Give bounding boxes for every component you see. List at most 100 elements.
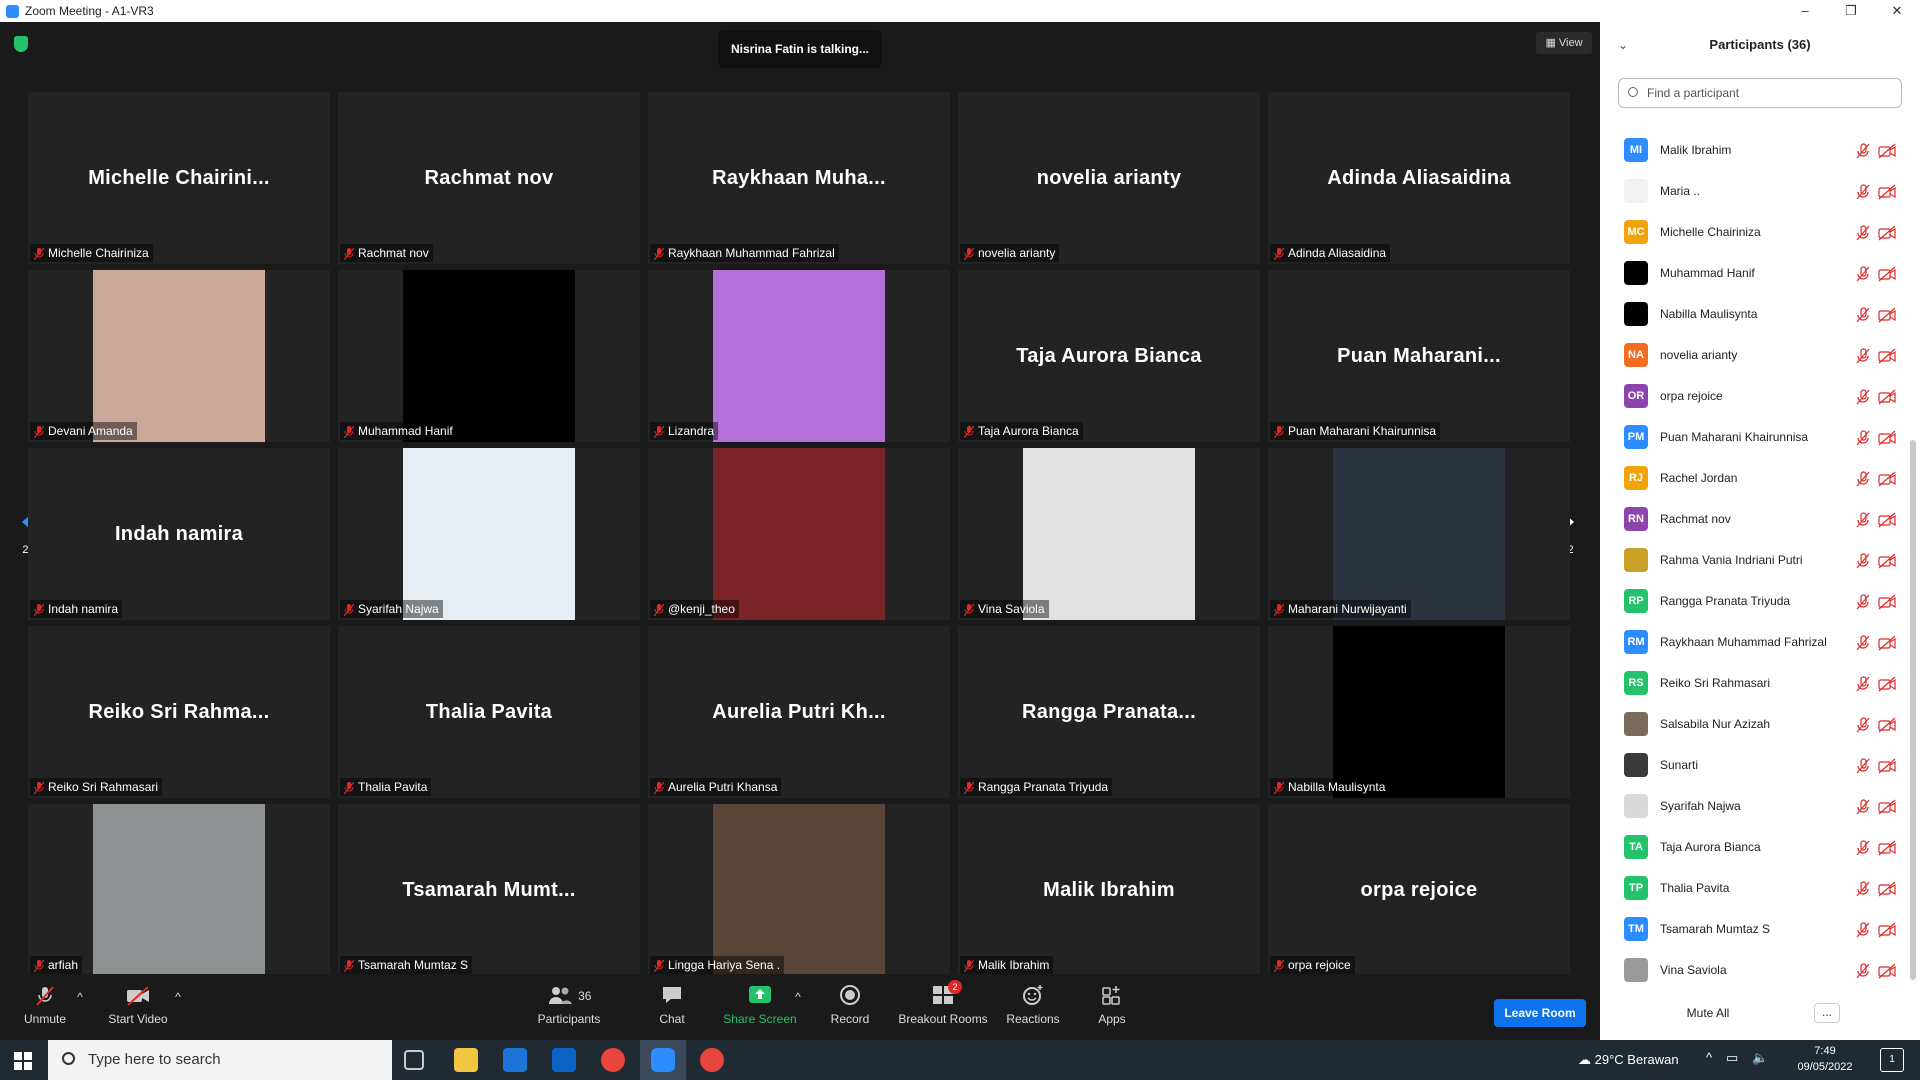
tile-display-name: Indah namira — [114, 522, 244, 545]
breakout-rooms-button[interactable]: 2 Breakout Rooms — [896, 980, 990, 1036]
share-screen-button[interactable]: Share Screen — [722, 984, 798, 1036]
participant-name: Raykhaan Muhammad Fahrizal — [1660, 635, 1827, 649]
video-tile[interactable]: Michelle Chairini... Michelle Chairiniza — [28, 92, 330, 264]
video-tile[interactable]: Lingga Hariya Sena . — [648, 804, 950, 976]
view-button[interactable]: ▦ View — [1536, 32, 1592, 54]
video-tile[interactable]: novelia arianty novelia arianty — [958, 92, 1260, 264]
video-tile[interactable]: Rangga Pranata... Rangga Pranata Triyuda — [958, 626, 1260, 798]
tile-display-name: Rangga Pranata... — [1021, 700, 1197, 723]
video-options-caret[interactable]: ^ — [172, 990, 184, 1042]
participant-row[interactable]: RN Rachmat nov — [1600, 499, 1910, 540]
mail-icon[interactable] — [552, 1048, 576, 1072]
video-tile[interactable]: Maharani Nurwijayanti — [1268, 448, 1570, 620]
participant-row[interactable]: RP Rangga Pranata Triyuda — [1600, 581, 1910, 622]
windows-start-icon[interactable] — [14, 1052, 32, 1070]
participant-row[interactable]: RJ Rachel Jordan — [1600, 458, 1910, 499]
taskbar-clock[interactable]: 7:49 09/05/2022 — [1790, 1043, 1860, 1075]
minimize-button[interactable]: – — [1782, 0, 1828, 22]
apps-button[interactable]: Apps — [1092, 984, 1132, 1036]
video-tile[interactable]: Lizandra — [648, 270, 950, 442]
video-tile[interactable]: Indah namira Indah namira — [28, 448, 330, 620]
participant-row[interactable]: Vina Saviola — [1600, 950, 1910, 991]
tile-label-text: Maharani Nurwijayanti — [1288, 602, 1407, 616]
participant-row[interactable]: Salsabila Nur Azizah — [1600, 704, 1910, 745]
video-tile[interactable]: Vina Saviola — [958, 448, 1260, 620]
audio-options-caret[interactable]: ^ — [74, 990, 86, 1042]
start-video-button[interactable]: Start Video — [100, 984, 176, 1036]
participant-list-scrollbar[interactable] — [1910, 440, 1916, 980]
participant-row[interactable]: TA Taja Aurora Bianca — [1600, 827, 1910, 868]
participant-name: Michelle Chairiniza — [1660, 225, 1761, 239]
video-tile[interactable]: Adinda Aliasaidina Adinda Aliasaidina — [1268, 92, 1570, 264]
weather-widget[interactable]: ☁ 29°C Berawan — [1578, 1040, 1679, 1080]
participant-row[interactable]: Maria .. — [1600, 171, 1910, 212]
tray-expand-icon[interactable]: ^ — [1706, 1050, 1712, 1065]
video-off-icon — [1878, 471, 1896, 487]
video-tile[interactable]: Thalia Pavita Thalia Pavita — [338, 626, 640, 798]
video-tile[interactable]: Malik Ibrahim Malik Ibrahim — [958, 804, 1260, 976]
chrome-icon[interactable] — [601, 1048, 625, 1072]
maximize-button[interactable]: ❐ — [1828, 0, 1874, 22]
video-tile[interactable]: Reiko Sri Rahma... Reiko Sri Rahmasari — [28, 626, 330, 798]
video-tile[interactable]: Tsamarah Mumt... Tsamarah Mumtaz S — [338, 804, 640, 976]
participant-row[interactable]: Rahma Vania Indriani Putri — [1600, 540, 1910, 581]
chat-button[interactable]: Chat — [652, 984, 692, 1036]
video-tile[interactable]: Raykhaan Muha... Raykhaan Muhammad Fahriz… — [648, 92, 950, 264]
video-tile[interactable]: Syarifah Najwa — [338, 448, 640, 620]
tile-label-text: Rangga Pranata Triyuda — [978, 780, 1109, 794]
collapse-chevron-icon[interactable]: ⌄ — [1618, 22, 1628, 68]
participant-row[interactable]: Sunarti — [1600, 745, 1910, 786]
unmute-button[interactable]: Unmute — [20, 984, 70, 1036]
zoom-taskbar-button[interactable] — [640, 1040, 686, 1080]
video-tile[interactable]: Devani Amanda — [28, 270, 330, 442]
network-icon[interactable]: ▭ — [1726, 1050, 1738, 1066]
avatar: MC — [1624, 220, 1648, 244]
file-explorer-icon[interactable] — [454, 1048, 478, 1072]
video-tile[interactable]: @kenji_theo — [648, 448, 950, 620]
reactions-button[interactable]: Reactions — [1004, 984, 1062, 1036]
video-tile[interactable]: Puan Maharani... Puan Maharani Khairunnis… — [1268, 270, 1570, 442]
participant-row[interactable]: PM Puan Maharani Khairunnisa — [1600, 417, 1910, 458]
mute-all-button[interactable]: Mute All — [1680, 1003, 1736, 1023]
windows-taskbar: Type here to search ☁ 29°C Berawan ^ ▭ 🔈… — [0, 1040, 1920, 1080]
participant-name: Puan Maharani Khairunnisa — [1660, 430, 1809, 444]
participant-row[interactable]: Muhammad Hanif — [1600, 253, 1910, 294]
participant-row[interactable]: MC Michelle Chairiniza — [1600, 212, 1910, 253]
chrome-window-icon[interactable] — [700, 1048, 724, 1072]
video-tile[interactable]: Aurelia Putri Kh... Aurelia Putri Khansa — [648, 626, 950, 798]
record-button[interactable]: Record — [826, 984, 874, 1036]
task-view-icon[interactable] — [404, 1050, 424, 1070]
participant-name: Thalia Pavita — [1660, 881, 1730, 895]
leave-room-button[interactable]: Leave Room — [1494, 999, 1586, 1027]
share-options-caret[interactable]: ^ — [792, 990, 804, 1042]
taskbar-search-input[interactable]: Type here to search — [48, 1040, 392, 1080]
video-tile[interactable]: Rachmat nov Rachmat nov — [338, 92, 640, 264]
security-shield-icon[interactable] — [14, 36, 28, 52]
participant-row[interactable]: TM Tsamarah Mumtaz S — [1600, 909, 1910, 950]
participant-row[interactable]: RM Raykhaan Muhammad Fahrizal — [1600, 622, 1910, 663]
muted-mic-icon — [1856, 266, 1870, 282]
volume-icon[interactable]: 🔈 — [1752, 1050, 1768, 1066]
participants-button[interactable]: 36 Participants — [534, 984, 604, 1036]
tile-label-text: Devani Amanda — [48, 424, 133, 438]
participants-panel: ⌄ Participants (36) Find a participant M… — [1600, 22, 1920, 1040]
video-tile[interactable]: Muhammad Hanif — [338, 270, 640, 442]
participant-row[interactable]: RS Reiko Sri Rahmasari — [1600, 663, 1910, 704]
store-icon[interactable] — [503, 1048, 527, 1072]
participant-row[interactable]: OR orpa rejoice — [1600, 376, 1910, 417]
more-options-button[interactable]: ... — [1814, 1003, 1840, 1023]
participant-row[interactable]: NA novelia arianty — [1600, 335, 1910, 376]
participant-row[interactable]: Nabilla Maulisynta — [1600, 294, 1910, 335]
participant-row[interactable]: TP Thalia Pavita — [1600, 868, 1910, 909]
participant-search-input[interactable]: Find a participant — [1618, 78, 1902, 108]
video-tile[interactable]: arfiah — [28, 804, 330, 976]
video-tile[interactable]: orpa rejoice orpa rejoice — [1268, 804, 1570, 976]
tile-label-text: Rachmat nov — [358, 246, 429, 260]
close-button[interactable]: ✕ — [1874, 0, 1920, 22]
participant-row[interactable]: MI Malik Ibrahim — [1600, 130, 1910, 171]
video-tile[interactable]: Nabilla Maulisynta — [1268, 626, 1570, 798]
unmute-label: Unmute — [23, 1012, 67, 1026]
notifications-icon[interactable]: 1 — [1880, 1048, 1904, 1072]
participant-row[interactable]: Syarifah Najwa — [1600, 786, 1910, 827]
video-tile[interactable]: Taja Aurora Bianca Taja Aurora Bianca — [958, 270, 1260, 442]
